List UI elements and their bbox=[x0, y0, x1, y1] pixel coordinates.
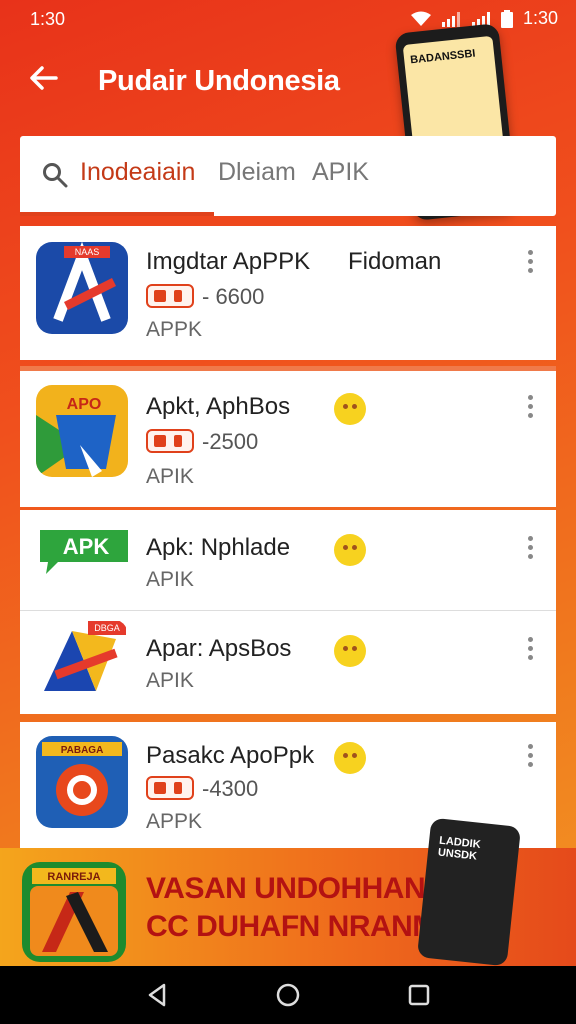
nav-home-icon[interactable] bbox=[276, 983, 300, 1007]
banner-app-icon: RANREJA bbox=[22, 862, 126, 962]
more-options-icon[interactable] bbox=[528, 536, 534, 563]
app-icon: PABAGA bbox=[36, 736, 128, 828]
list-item[interactable]: APO Apkt, AphBos -2500 APIK bbox=[20, 371, 556, 507]
status-time: 1:30 bbox=[30, 9, 66, 29]
banner-line-1: VASAN UNDOHHAN bbox=[146, 872, 426, 905]
app-card: APK Apk: Nphlade APIK DBGA Apar: ApsBos … bbox=[20, 510, 556, 714]
app-icon-label: APK bbox=[63, 534, 110, 559]
app-name: Pasakc ApoPpk bbox=[146, 742, 315, 769]
nav-back-icon[interactable] bbox=[146, 983, 168, 1007]
banner-icon-label: RANREJA bbox=[47, 871, 100, 883]
wifi-icon bbox=[410, 11, 431, 26]
status-time-right: 1:30 bbox=[522, 8, 558, 28]
more-options-icon[interactable] bbox=[528, 250, 534, 277]
app-name: Imgdtar ApPPK bbox=[146, 248, 311, 275]
download-badge bbox=[146, 429, 194, 453]
more-options-icon[interactable] bbox=[528, 744, 534, 771]
promo-phone-text: BADANSSBI bbox=[409, 47, 476, 67]
emoji-icon bbox=[334, 742, 366, 774]
app-type-label: APPK bbox=[146, 318, 203, 341]
search-icon[interactable] bbox=[42, 162, 68, 188]
app-icon-label: PABAGA bbox=[61, 745, 104, 756]
list-item[interactable]: DBGA Apar: ApsBos APIK bbox=[20, 611, 556, 714]
emoji-icon bbox=[334, 635, 366, 667]
emoji-icon bbox=[334, 534, 366, 566]
app-type-label: APIK bbox=[146, 669, 194, 692]
page-title: Pudair Undonesia bbox=[98, 65, 340, 97]
promo-banner[interactable]: RANREJA VASAN UNDOHHAN CC DUHAFN NRANMI … bbox=[0, 817, 576, 967]
app-type-label: APIK bbox=[146, 568, 194, 591]
signal-icon bbox=[441, 11, 460, 27]
app-card: APO Apkt, AphBos -2500 APIK bbox=[20, 366, 556, 507]
banner-phone-illustration: LADDIK UNSDK bbox=[416, 817, 522, 967]
app-name: Apar: ApsBos bbox=[146, 635, 292, 662]
emoji-icon bbox=[334, 393, 366, 425]
tab-dleiam[interactable]: Dleiam bbox=[218, 158, 296, 187]
download-count: - 6600 bbox=[202, 284, 265, 309]
system-nav-bar bbox=[0, 966, 576, 1024]
app-icon: APO bbox=[36, 385, 128, 477]
search-tabs: Inodeaiain Dleiam APIK bbox=[20, 136, 556, 216]
banner-line-2: CC DUHAFN NRANMI bbox=[146, 910, 445, 943]
tab-inodeaiain[interactable]: Inodeaiain bbox=[80, 158, 195, 187]
download-count: -4300 bbox=[202, 776, 259, 801]
app-icon-label: NAAS bbox=[75, 247, 100, 257]
app-type-label: APIK bbox=[146, 465, 194, 488]
app-icon: APK bbox=[36, 520, 128, 580]
download-badge bbox=[146, 284, 194, 308]
list-item[interactable]: NAAS Imgdtar ApPPK Fidoman - 6600 APPK bbox=[20, 226, 556, 360]
download-count: -2500 bbox=[202, 429, 259, 454]
nav-recents-icon[interactable] bbox=[408, 984, 430, 1006]
list-item[interactable]: APK Apk: Nphlade APIK bbox=[20, 510, 556, 610]
app-icon: DBGA bbox=[36, 619, 128, 703]
app-card: NAAS Imgdtar ApPPK Fidoman - 6600 APPK bbox=[20, 226, 556, 360]
more-options-icon[interactable] bbox=[528, 395, 534, 422]
app-extra-label: Fidoman bbox=[348, 248, 442, 275]
app-icon-label: DBGA bbox=[94, 623, 120, 633]
tab-apik[interactable]: APIK bbox=[312, 158, 369, 187]
app-name: Apkt, AphBos bbox=[146, 393, 291, 420]
app-type-label: APPK bbox=[146, 810, 203, 833]
active-tab-indicator bbox=[20, 212, 214, 216]
app-icon: NAAS bbox=[36, 242, 128, 334]
back-arrow-icon[interactable] bbox=[28, 62, 60, 94]
more-options-icon[interactable] bbox=[528, 637, 534, 664]
app-icon-label: APO bbox=[67, 396, 102, 413]
battery-icon bbox=[500, 9, 513, 28]
banner-phone-text: LADDIK UNSDK bbox=[437, 834, 482, 863]
download-badge bbox=[146, 776, 194, 800]
app-name: Apk: Nphlade bbox=[146, 534, 291, 561]
